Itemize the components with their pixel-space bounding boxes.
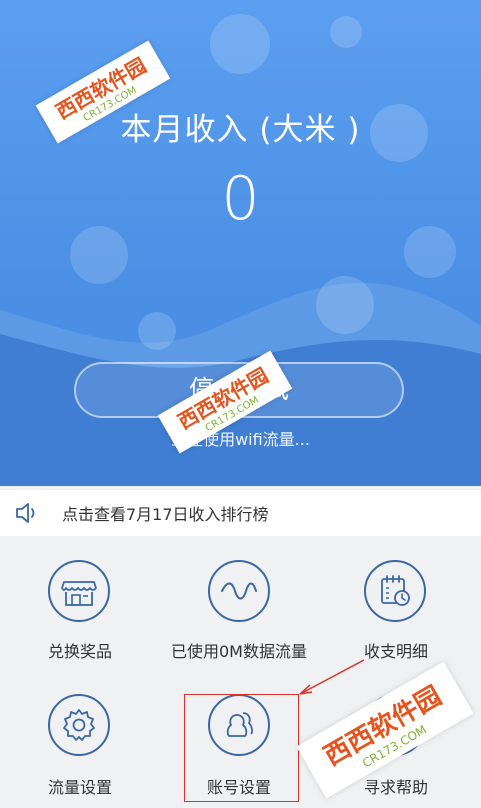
- status-hint: 正在使用wifi流量...: [171, 430, 310, 449]
- decor-bubble: [330, 16, 362, 48]
- shop-icon: [48, 560, 110, 622]
- annotation-arrow: [299, 659, 365, 695]
- ranking-notice[interactable]: 点击查看7月17日收入排行榜: [0, 490, 481, 536]
- gear-icon: [48, 694, 110, 756]
- annotation-highlight-box: [184, 694, 299, 802]
- wave-icon: [208, 560, 270, 622]
- speaker-icon: [16, 503, 35, 523]
- income-value: 0: [221, 164, 260, 234]
- calendar-clock-icon: [364, 560, 426, 622]
- notice-text: 点击查看7月17日收入排行榜: [62, 505, 269, 524]
- decor-bubble: [210, 14, 270, 74]
